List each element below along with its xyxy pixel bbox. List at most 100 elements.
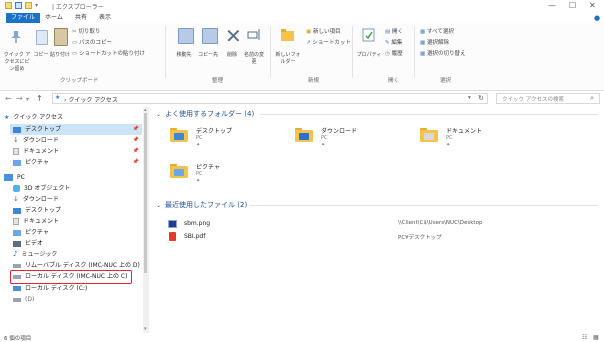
recent-chevron-icon[interactable]: ▾	[26, 96, 29, 103]
paste-shortcut-button[interactable]: ▭ ショートカットの貼り付け	[72, 49, 145, 57]
scroll-down-icon[interactable]: ▾	[144, 326, 147, 332]
new-folder-icon	[280, 28, 296, 42]
pin-icon[interactable]: 📌	[133, 135, 139, 146]
nav-pinned-desktop[interactable]: デスクトップ 📌	[13, 124, 139, 135]
nav-pc-label: PC	[17, 174, 25, 181]
open-label: 開く	[391, 29, 403, 35]
nav-local-disk-c[interactable]: ローカル ディスク (C:)	[13, 283, 87, 294]
tab-home[interactable]: ホーム	[40, 13, 68, 23]
nav-pc[interactable]: PC	[4, 172, 25, 183]
new-item-button[interactable]: ▣ 新しい項目	[306, 27, 351, 35]
move-to-button[interactable]: 移動先	[172, 51, 196, 58]
folder-desktop-icon	[170, 128, 188, 142]
close-button[interactable]: ✕	[589, 1, 596, 10]
chevron-down-icon[interactable]: ⌄	[156, 111, 161, 118]
nav-scrollbar-thumb[interactable]	[144, 113, 147, 273]
minimize-button[interactable]: —	[548, 1, 556, 10]
nav-quick-access[interactable]: ★ クイック アクセス	[4, 112, 142, 123]
properties-icon	[362, 28, 376, 42]
recent-file-row[interactable]: sbm.png \\Client\C$\Users\NUC\Desktop	[168, 219, 598, 230]
easy-access-button[interactable]: ↗ ショートカット	[306, 38, 351, 46]
up-arrow-icon[interactable]: ↑	[36, 94, 43, 103]
nav-video[interactable]: ビデオ	[13, 238, 43, 249]
recent-file-row[interactable]: SBI.pdf PC¥デスクトップ	[168, 232, 598, 243]
select-all-button[interactable]: ▦ すべて選択	[420, 27, 465, 35]
copy-path-button[interactable]: ▭ パスのコピー	[72, 38, 145, 46]
folder-download-icon	[295, 128, 313, 142]
nav-pinned-document[interactable]: ドキュメント 📌	[13, 146, 139, 157]
folder-name: ダウンロード	[321, 128, 358, 135]
nav-3d-objects[interactable]: 3D オブジェクト	[13, 183, 70, 194]
properties-icon[interactable]	[15, 2, 22, 9]
copy-button[interactable]: コピー	[33, 51, 49, 58]
back-arrow-icon[interactable]: ←	[5, 94, 12, 103]
open-group-label: 開く	[388, 78, 400, 84]
folder-icon[interactable]	[5, 2, 12, 9]
clipboard-group-label: クリップボード	[60, 78, 99, 84]
nav-item-label: ドキュメント	[23, 148, 60, 155]
address-dropdown-icon[interactable]: ▾	[468, 95, 471, 101]
section-divider	[260, 114, 598, 115]
delete-button[interactable]: 削除	[222, 51, 242, 58]
ribbon-separator	[165, 26, 166, 78]
scroll-up-icon[interactable]: ▴	[144, 107, 147, 113]
pin-icon[interactable]: 📌	[133, 157, 139, 168]
new-folder-icon[interactable]	[25, 2, 32, 9]
pin-icon[interactable]: 📌	[133, 146, 139, 157]
cut-button[interactable]: ✂ 切り取り	[72, 27, 145, 35]
invert-selection-button[interactable]: ▦ 選択の切り替え	[420, 49, 465, 57]
tab-view[interactable]: 表示	[94, 13, 116, 23]
nav-item-label: ドキュメント	[23, 218, 60, 225]
forward-arrow-icon[interactable]: →	[16, 94, 23, 103]
frequent-folder-desktop[interactable]: デスクトップ PC ✦	[170, 124, 290, 150]
frequent-folders-header[interactable]: ⌄ よく使用するフォルダー (4)	[156, 109, 254, 119]
organize-group-label: 整理	[212, 78, 224, 84]
recent-files-title: 最近使用したファイル (2)	[165, 201, 248, 209]
nav-local-disk-remote[interactable]: ローカル ディスク (IMC-NUC 上の C)	[13, 271, 127, 282]
nav-download[interactable]: ↓ ダウンロード	[13, 194, 59, 205]
help-icon[interactable]: ●	[594, 14, 600, 22]
delete-icon: ✕	[225, 24, 242, 48]
nav-pinned-picture[interactable]: ピクチャ 📌	[13, 157, 139, 168]
select-group-label: 選択	[440, 78, 452, 84]
tab-file[interactable]: ファイル	[6, 13, 41, 23]
copy-to-icon	[202, 28, 218, 44]
frequent-folder-download[interactable]: ダウンロード PC ✦	[295, 124, 415, 150]
pin-quick-access-button[interactable]: クイック アクセスにピン留め	[3, 51, 31, 72]
large-icons-view-icon[interactable]: ▦	[593, 334, 599, 341]
new-folder-button[interactable]: 新しいフォルダー	[274, 51, 302, 65]
copy-to-button[interactable]: コピー先	[196, 51, 220, 58]
download-icon: ↓	[13, 195, 19, 203]
rename-icon	[247, 27, 261, 42]
chevron-down-icon[interactable]: ▾	[35, 2, 38, 9]
nav-item-label: デスクトップ	[25, 126, 62, 133]
chevron-down-icon[interactable]: ⌄	[156, 202, 161, 209]
recent-files-header[interactable]: ⌄ 最近使用したファイル (2)	[156, 200, 247, 210]
address-path[interactable]: › クイック アクセス	[64, 95, 118, 104]
frequent-folders-title: よく使用するフォルダー (4)	[165, 110, 255, 118]
nav-music[interactable]: ♪ ミュージック	[13, 249, 57, 260]
nav-picture[interactable]: ピクチャ	[13, 227, 49, 238]
frequent-folder-picture[interactable]: ピクチャ PC ✦	[170, 160, 290, 186]
easy-access-icon: ↗	[306, 40, 311, 46]
frequent-folder-document[interactable]: ドキュメント PC ✦	[420, 124, 540, 150]
search-input[interactable]: クイック アクセスの検索	[502, 95, 564, 103]
open-button[interactable]: ▤ 開く	[385, 27, 403, 35]
history-button[interactable]: ◷ 履歴	[385, 49, 403, 57]
rename-button[interactable]: 名前の変更	[242, 51, 266, 65]
nav-document[interactable]: ドキュメント	[13, 216, 59, 227]
refresh-icon[interactable]: ↻	[478, 94, 484, 102]
pin-icon[interactable]: 📌	[133, 124, 139, 135]
nav-desktop[interactable]: デスクトップ	[13, 205, 61, 216]
nav-item-label: デスクトップ	[25, 207, 62, 214]
edit-button[interactable]: ✎ 編集	[385, 38, 403, 46]
details-view-icon[interactable]: ☷	[582, 334, 587, 341]
properties-button[interactable]: プロパティ	[356, 51, 382, 58]
nav-pinned-download[interactable]: ↓ ダウンロード 📌	[13, 135, 139, 146]
paste-button[interactable]: 貼り付け	[50, 51, 70, 58]
nav-item-label: ローカル ディスク (IMC-NUC 上の C)	[25, 273, 128, 280]
maximize-button[interactable]: ☐	[569, 1, 576, 10]
select-none-button[interactable]: ▦ 選択解除	[420, 38, 465, 46]
tab-share[interactable]: 共有	[70, 13, 92, 23]
nav-drive-d[interactable]: (D)	[13, 294, 34, 305]
